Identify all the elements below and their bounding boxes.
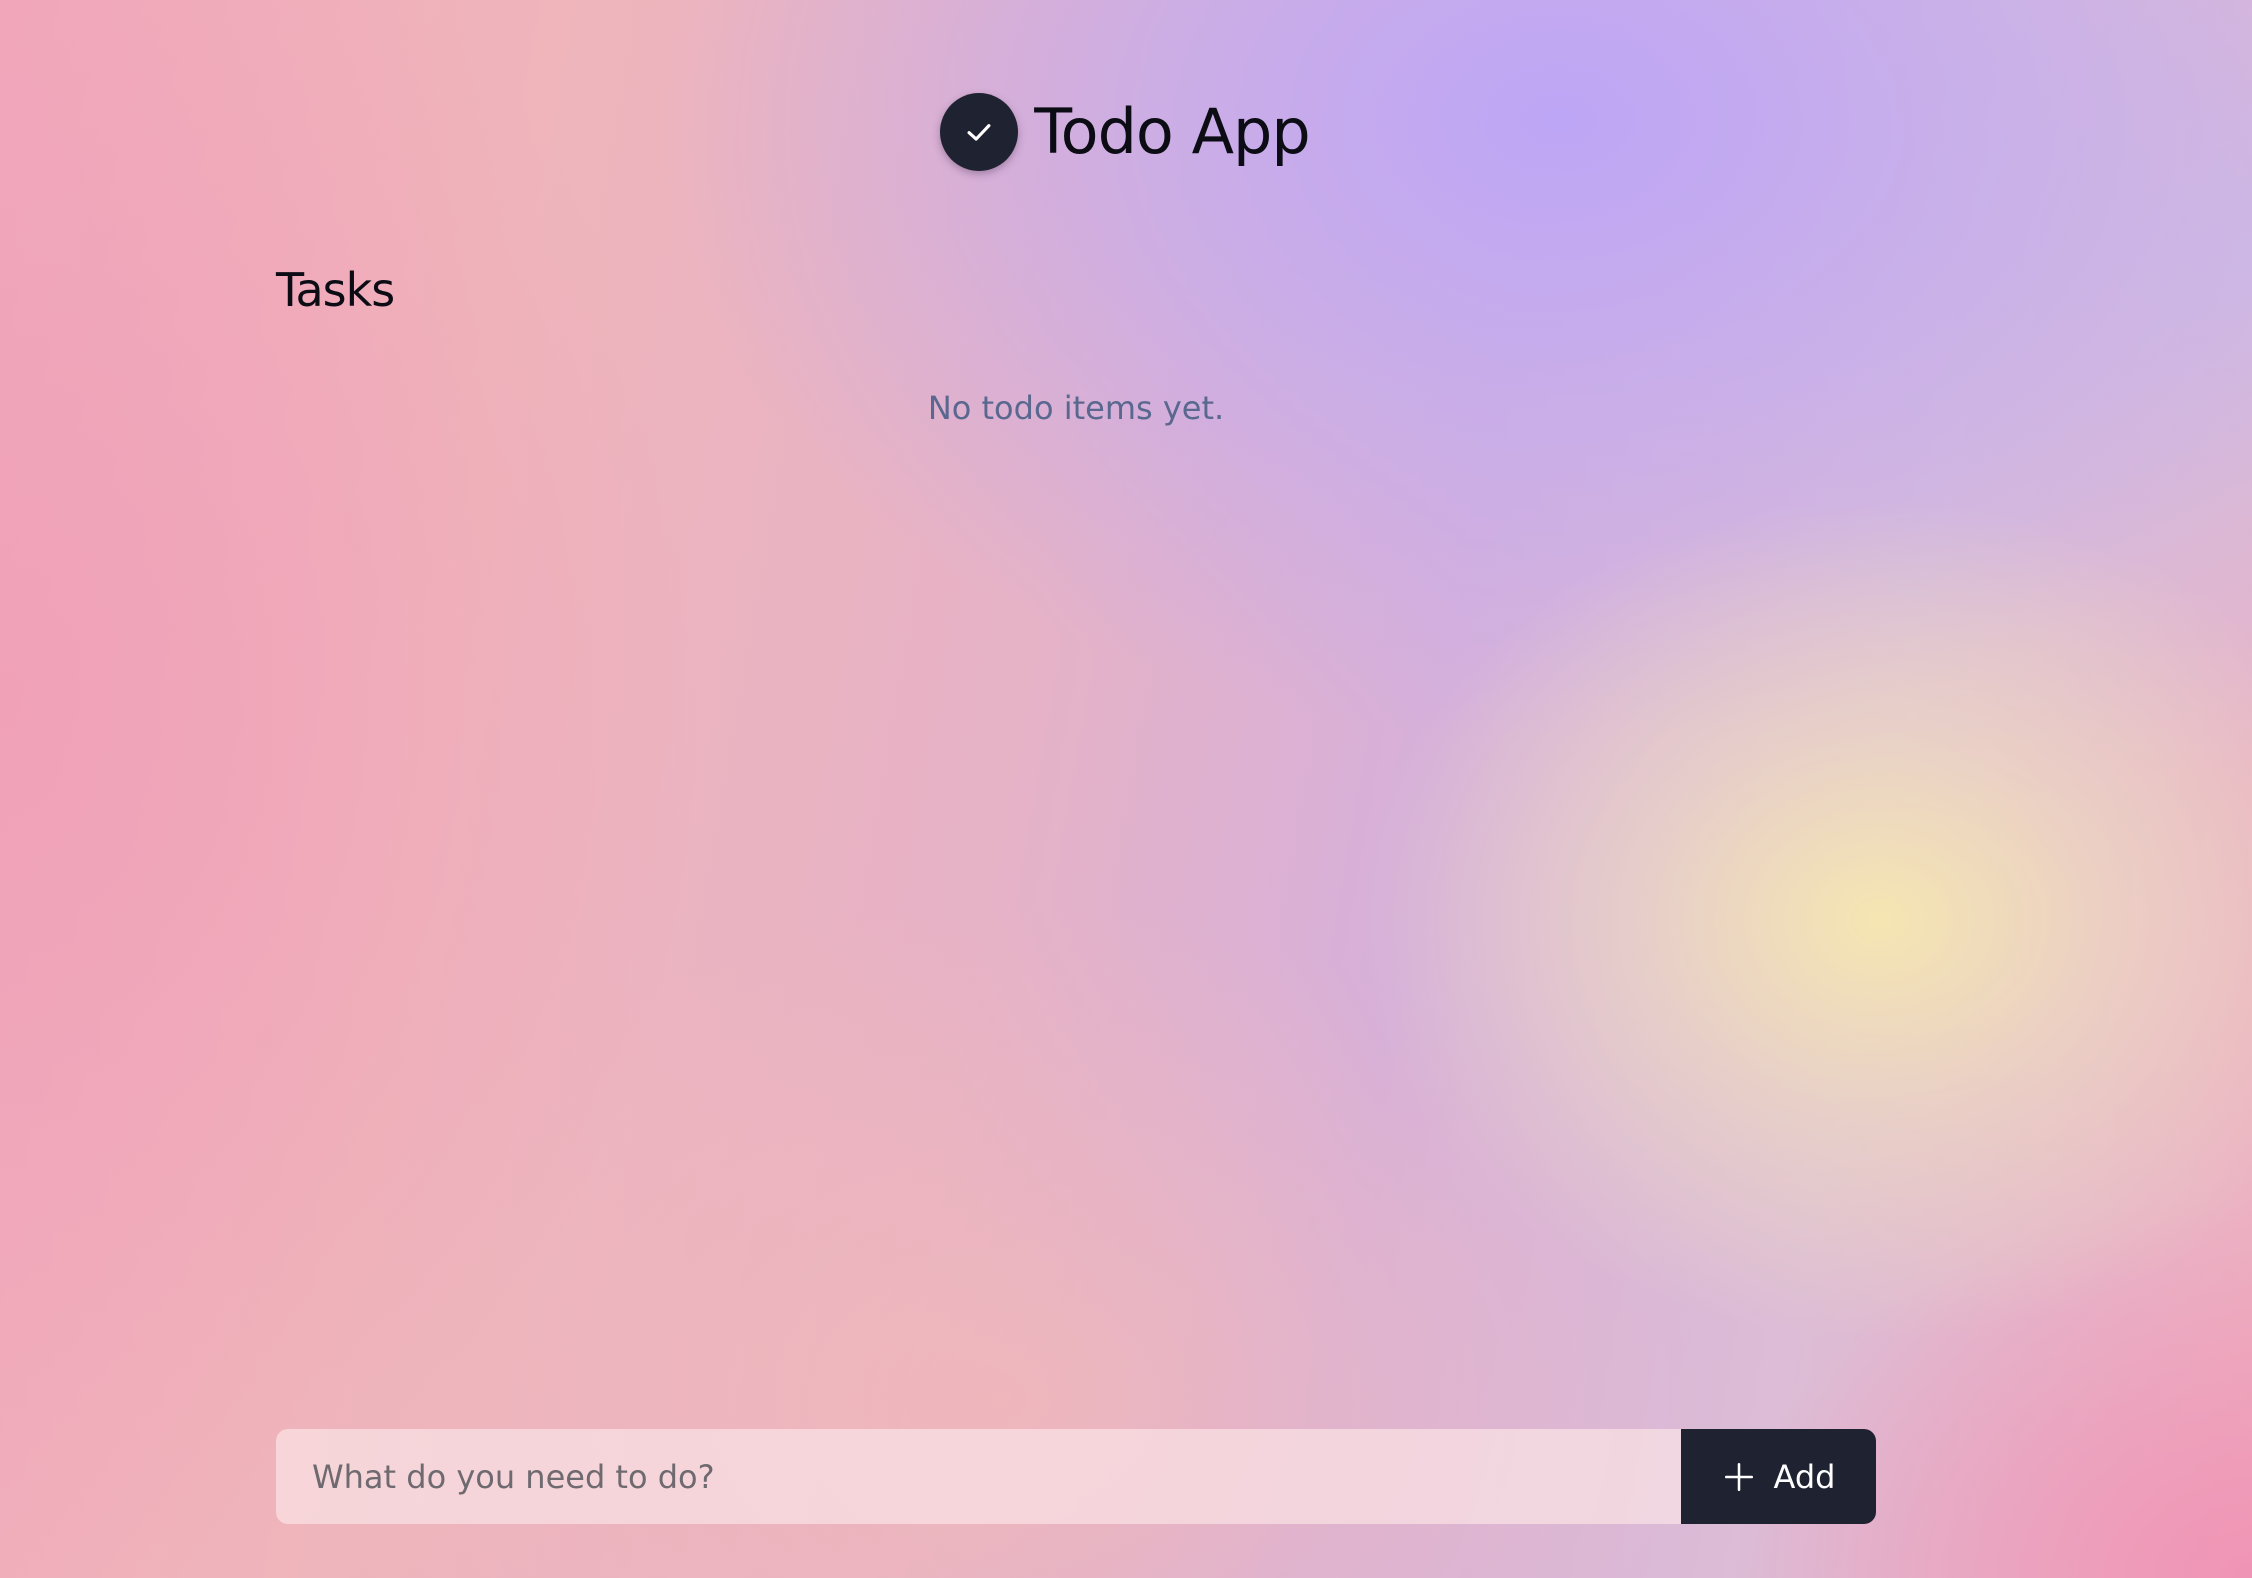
plus-icon bbox=[1722, 1460, 1756, 1494]
app-logo bbox=[940, 93, 1019, 171]
checkmark-icon bbox=[967, 124, 991, 141]
empty-state-message: No todo items yet. bbox=[927, 389, 1225, 427]
add-button-label: Add bbox=[1773, 1457, 1836, 1496]
gradient-background bbox=[0, 0, 2252, 1578]
todo-input[interactable] bbox=[276, 1429, 1681, 1524]
add-button[interactable]: Add bbox=[1681, 1429, 1876, 1524]
app-header: Todo App bbox=[0, 92, 2252, 172]
tasks-heading: Tasks bbox=[276, 263, 395, 317]
app-title: Todo App bbox=[1034, 95, 1310, 168]
add-todo-form: Add bbox=[276, 1429, 1876, 1524]
